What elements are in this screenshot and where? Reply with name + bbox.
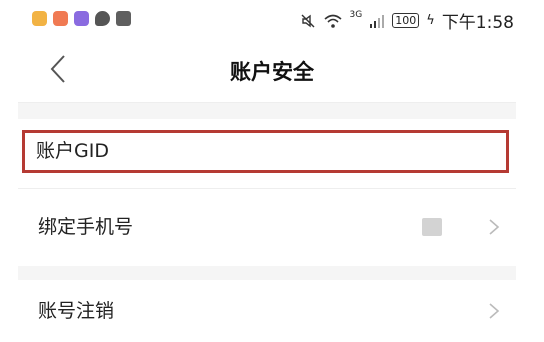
section-gap xyxy=(18,103,516,119)
message-icon xyxy=(116,11,131,26)
app-notification-icon xyxy=(74,11,89,26)
wifi-icon xyxy=(324,14,342,28)
charging-icon: ϟ xyxy=(426,13,435,28)
chevron-right-icon xyxy=(489,303,500,319)
bind-phone-row[interactable]: 绑定手机号 xyxy=(18,188,516,266)
page-title: 账户安全 xyxy=(230,60,314,84)
network-type: 3G xyxy=(349,9,363,20)
signal-icon xyxy=(370,14,385,28)
bind-phone-label: 绑定手机号 xyxy=(38,216,134,238)
app-notification-icon xyxy=(53,11,68,26)
mute-icon xyxy=(301,14,315,27)
app-notification-icon xyxy=(32,11,47,26)
battery-icon: 100 xyxy=(392,13,420,28)
battery-level: 100 xyxy=(395,14,417,27)
status-bar: 3G 100 ϟ 下午1:58 xyxy=(0,0,544,38)
account-gid-label: 账户GID xyxy=(36,140,109,162)
cancel-account-label: 账号注销 xyxy=(38,300,115,322)
clock: 下午1:58 xyxy=(441,13,514,33)
chevron-right-icon xyxy=(489,219,500,235)
phone-number-value xyxy=(422,218,442,236)
chat-icon xyxy=(95,11,110,26)
nav-header: 账户安全 xyxy=(0,38,544,102)
notification-icons xyxy=(32,11,131,26)
section-gap xyxy=(18,266,516,280)
cancel-account-row[interactable]: 账号注销 xyxy=(18,280,516,330)
status-indicators: 3G 100 ϟ 下午1:58 xyxy=(300,8,514,33)
